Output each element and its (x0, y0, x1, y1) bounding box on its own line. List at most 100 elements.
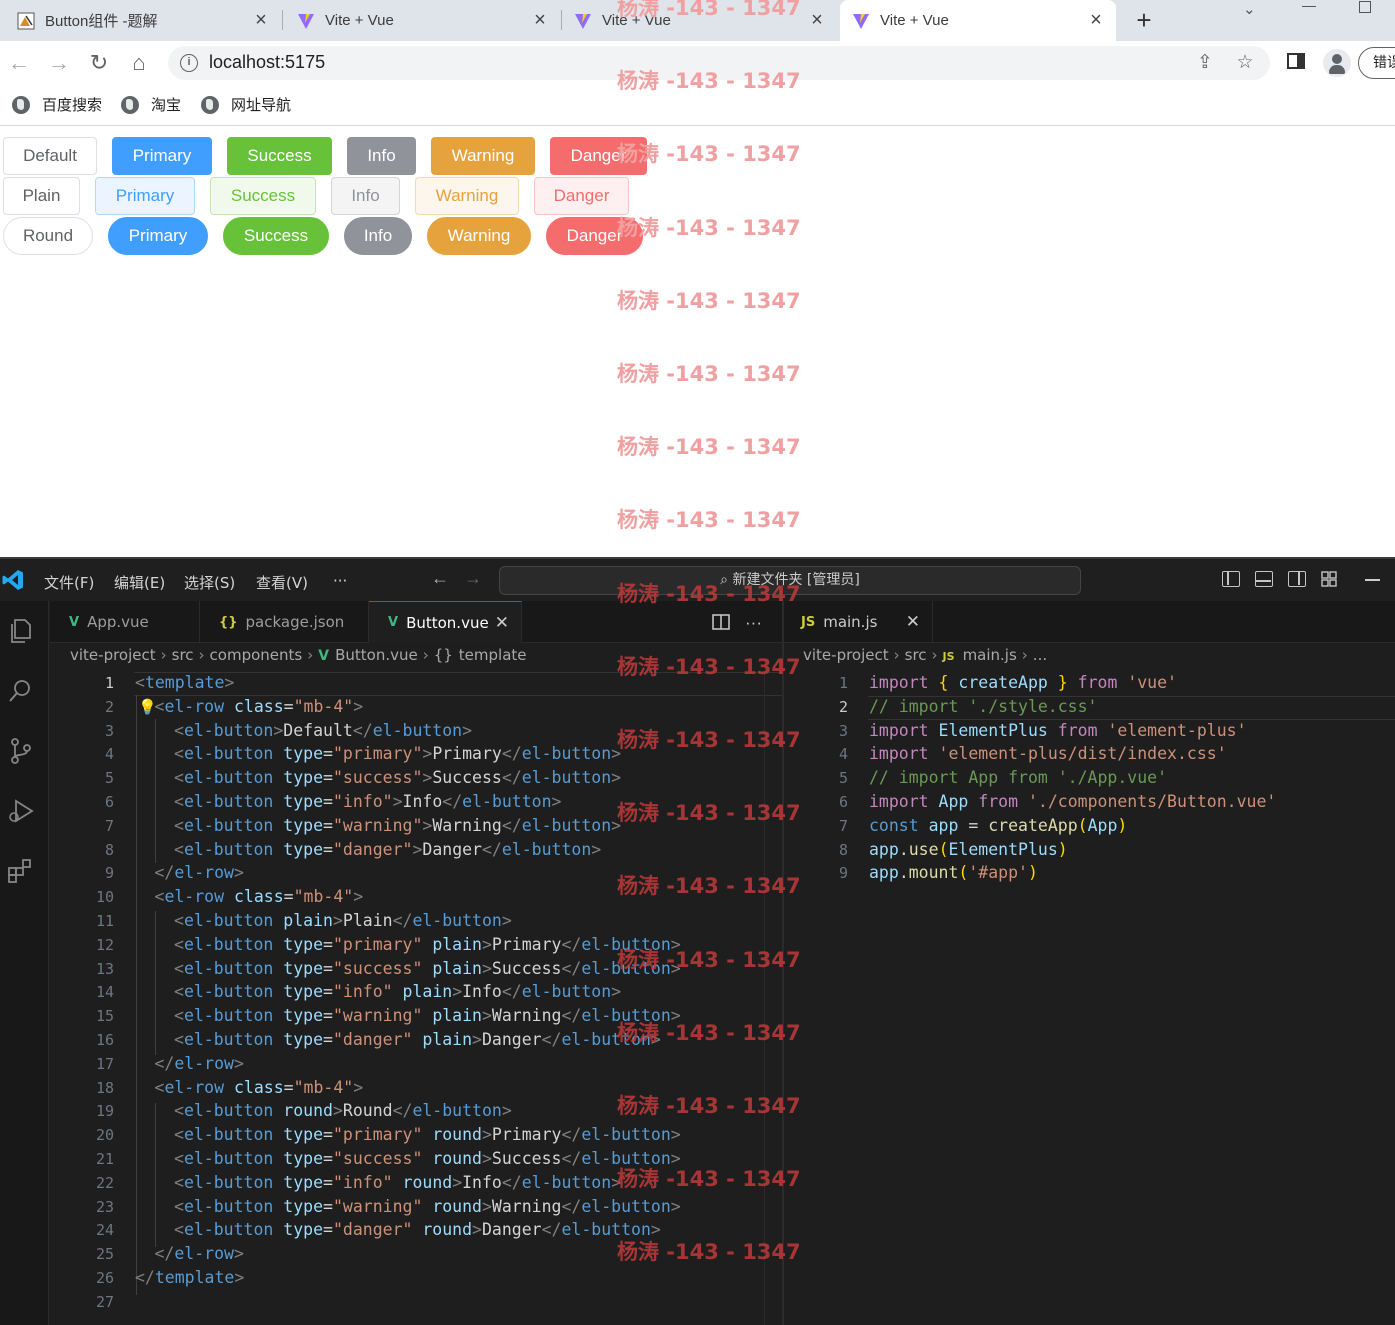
danger-button[interactable]: Danger (550, 137, 647, 175)
warning-button[interactable]: Warning (431, 137, 535, 175)
tab-app-vue[interactable]: V App.vue (50, 601, 200, 643)
editor-right-main-js[interactable]: 1 2 3 4 5 6 7 8 9 import { createApp } from 'vue… (784, 671, 1395, 1325)
success-button[interactable]: Success (227, 137, 332, 175)
round-info-button[interactable]: Info (344, 217, 412, 255)
browser-tab-1[interactable]: Button组件 -题解 × (0, 0, 281, 41)
extensions-icon[interactable] (6, 856, 36, 886)
breadcrumb-item[interactable]: vite-project (70, 646, 156, 664)
minimize-icon[interactable] (1365, 579, 1380, 581)
side-panel-icon[interactable] (1284, 51, 1308, 75)
bookmarks-bar: 百度搜索 淘宝 网址导航 (0, 85, 1395, 126)
breadcrumb-item[interactable]: vite-project (803, 646, 889, 664)
plain-primary-button[interactable]: Primary (95, 177, 195, 215)
code-line: <el-button type="success">Success</el-bu… (174, 768, 622, 788)
breadcrumb-item[interactable]: Button.vue (335, 646, 418, 664)
menu-edit[interactable]: 编辑(E) (114, 572, 165, 593)
info-button[interactable]: Info (347, 137, 416, 175)
browser-tab-4-active[interactable]: Vite + Vue × (840, 0, 1116, 41)
toggle-sidebar-icon[interactable] (1222, 571, 1240, 587)
split-editor-icon[interactable] (712, 613, 730, 636)
round-danger-button[interactable]: Danger (546, 217, 643, 255)
menu-more[interactable]: ··· (333, 572, 347, 590)
close-icon[interactable]: × (251, 10, 271, 30)
nav-back-icon[interactable]: ← (431, 568, 449, 589)
url-text[interactable]: localhost:5175 (209, 52, 325, 73)
code-area[interactable]: import { createApp } from 'vue' // import… (869, 671, 1389, 1325)
plain-info-button[interactable]: Info (331, 177, 400, 215)
breadcrumb-item[interactable]: components (210, 646, 303, 664)
minimize-icon[interactable] (1302, 6, 1316, 7)
toggle-secondary-sidebar-icon[interactable] (1288, 571, 1306, 587)
source-control-icon[interactable] (6, 736, 36, 766)
bookmark-star-icon[interactable]: ☆ (1234, 52, 1256, 74)
breadcrumb-item[interactable]: src (905, 646, 927, 664)
page-viewport: Default Primary Success Info Warning Dan… (0, 127, 1395, 557)
tab-search-icon[interactable]: ⌄ (1243, 0, 1256, 20)
breadcrumb-right: vite-project › src › JS main.js ›... (803, 646, 1048, 664)
command-center[interactable]: ⌕ 新建文件夹 [管理员] (499, 566, 1081, 595)
primary-button[interactable]: Primary (112, 137, 212, 175)
plain-success-button[interactable]: Success (210, 177, 316, 215)
round-primary-button[interactable]: Primary (108, 217, 208, 255)
plain-button[interactable]: Plain (3, 177, 80, 215)
menu-file[interactable]: 文件(F) (44, 572, 94, 593)
bookmark-baidu[interactable]: 百度搜索 (12, 94, 102, 115)
scrollbar[interactable] (764, 671, 782, 1325)
forward-arrow-icon[interactable]: → (47, 51, 71, 75)
profile-avatar-icon[interactable] (1323, 49, 1351, 77)
line-number: 5 (838, 769, 848, 788)
maximize-icon[interactable] (1359, 1, 1371, 13)
vscode-logo-icon (2, 570, 23, 590)
code-line: </template> (135, 1268, 245, 1287)
code-line: const app = createApp(App) (869, 815, 1128, 835)
tab-main-js[interactable]: JS main.js ✕ (784, 601, 933, 643)
default-button[interactable]: Default (3, 137, 97, 175)
close-icon[interactable]: × (807, 10, 827, 30)
new-tab-button[interactable]: + (1131, 6, 1157, 34)
explorer-icon[interactable] (6, 616, 36, 646)
breadcrumb-item[interactable]: main.js (963, 646, 1017, 664)
code-line: <el-row class="mb-4"> (154, 696, 364, 716)
nav-forward-icon[interactable]: → (464, 568, 482, 589)
plain-danger-button[interactable]: Danger (534, 177, 629, 215)
browser-tab-3[interactable]: Vite + Vue × (562, 0, 837, 41)
line-number: 17 (95, 1054, 114, 1073)
site-info-icon[interactable]: i (180, 54, 198, 72)
round-warning-button[interactable]: Warning (427, 217, 531, 255)
customize-layout-icon[interactable] (1321, 571, 1337, 587)
search-icon[interactable] (6, 676, 36, 706)
menu-selection[interactable]: 选择(S) (184, 572, 235, 593)
breadcrumb-item[interactable]: ... (1033, 646, 1047, 664)
round-button[interactable]: Round (3, 217, 93, 255)
lightbulb-icon[interactable]: 💡 (138, 698, 157, 716)
round-success-button[interactable]: Success (223, 217, 329, 255)
menu-view[interactable]: 查看(V) (256, 572, 308, 593)
run-debug-icon[interactable] (6, 796, 36, 826)
bookmark-taobao[interactable]: 淘宝 (121, 94, 181, 115)
close-icon[interactable]: ✕ (495, 613, 509, 633)
share-icon[interactable]: ⇪ (1194, 52, 1216, 74)
more-actions-icon[interactable]: ··· (745, 613, 762, 633)
browser-tab-2[interactable]: Vite + Vue × (283, 0, 560, 41)
code-line: <el-button type="warning" plain>Warning<… (174, 1006, 681, 1026)
tab-title: Vite + Vue (880, 12, 949, 29)
close-icon[interactable]: ✕ (906, 612, 920, 632)
tab-title: Button组件 -题解 (45, 13, 158, 30)
toggle-panel-icon[interactable] (1255, 571, 1273, 587)
close-icon[interactable]: × (530, 10, 550, 30)
breadcrumb-item[interactable]: src (172, 646, 194, 664)
editor-left-button-vue[interactable]: 1 2 3 4 5 6 7 8 9 10 11 12 13 14 15 16 17 18 19 20 21 22 23 24 2… (50, 671, 782, 1325)
tab-package-json[interactable]: {} package.json (200, 601, 369, 643)
home-icon[interactable]: ⌂ (127, 51, 151, 75)
error-button[interactable]: 错误 (1358, 47, 1395, 79)
close-icon[interactable]: × (1086, 10, 1106, 30)
code-area[interactable]: <template> <el-row class="mb-4"> <el-butto… (135, 671, 775, 1325)
address-bar[interactable]: i localhost:5175 ⇪ ☆ (168, 46, 1270, 80)
back-arrow-icon[interactable]: ← (7, 51, 31, 75)
plain-warning-button[interactable]: Warning (415, 177, 519, 215)
bookmark-nav[interactable]: 网址导航 (201, 94, 291, 115)
tab-button-vue[interactable]: V Button.vue ✕ (369, 601, 522, 643)
reload-icon[interactable]: ↻ (87, 51, 111, 75)
breadcrumb-item[interactable]: template (459, 646, 527, 664)
line-number: 18 (95, 1078, 114, 1097)
